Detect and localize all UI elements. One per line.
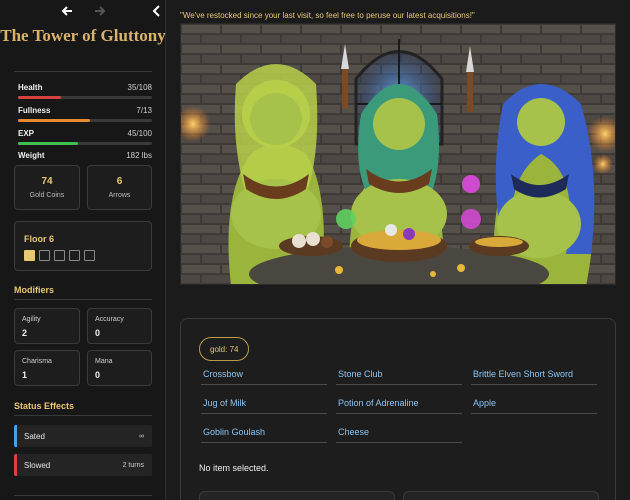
selection-status: No item selected. — [199, 463, 269, 473]
stat-label: EXP — [18, 129, 35, 138]
modifier-mana: Mana 0 — [87, 350, 152, 386]
shop-item-potion-of-adrenaline[interactable]: Potion of Adrenaline — [336, 392, 462, 414]
scene-illustration — [181, 24, 615, 284]
title-divider — [14, 71, 152, 72]
modifier-label: Charisma — [22, 358, 52, 365]
shop-action-button-right[interactable] — [403, 491, 599, 500]
stat-weight: Weight 182 lbs — [18, 151, 152, 160]
shop-scene-image — [180, 23, 616, 285]
status-effect-duration: ∞ — [139, 432, 144, 440]
status-effect-duration: 2 turns — [122, 461, 144, 469]
stat-value: 182 lbs — [126, 151, 152, 160]
floor-room-4 — [69, 250, 80, 261]
modifiers-divider — [14, 299, 152, 300]
gold-coins-value: 74 — [41, 176, 53, 187]
fullness-bar-fill — [18, 119, 91, 122]
gold-coins-label: Gold Coins — [29, 192, 65, 199]
status-color-bar — [14, 425, 17, 447]
floor-title: Floor 6 — [24, 234, 55, 244]
status-effect-slowed[interactable]: Slowed 2 turns — [14, 454, 152, 476]
health-bar — [18, 96, 152, 99]
shop-item-goblin-goulash[interactable]: Goblin Goulash — [201, 421, 327, 443]
modifier-charisma: Charisma 1 — [14, 350, 80, 386]
status-color-bar — [14, 454, 17, 476]
shop-action-button-left[interactable] — [199, 491, 395, 500]
gold-balance-pill: gold: 74 — [199, 337, 250, 361]
app-root: The Tower of Gluttony Health 35/108 Fulln… — [0, 0, 630, 500]
floor-card: Floor 6 — [14, 221, 152, 271]
stat-value: 7/13 — [136, 106, 152, 115]
status-effect-sated[interactable]: Sated ∞ — [14, 425, 152, 447]
arrows-value: 6 — [116, 176, 123, 187]
modifier-accuracy: Accuracy 0 — [87, 308, 152, 344]
status-effect-label: Slowed — [24, 460, 51, 470]
modifier-label: Agility — [22, 316, 41, 323]
shop-item-cheese[interactable]: Cheese — [336, 421, 462, 443]
modifier-agility: Agility 2 — [14, 308, 80, 344]
arrow-left-icon — [61, 6, 72, 16]
shop-item-stone-club[interactable]: Stone Club — [336, 363, 462, 385]
modifier-label: Accuracy — [95, 316, 124, 323]
modifier-value: 1 — [22, 370, 28, 380]
forward-button[interactable] — [89, 2, 111, 20]
stat-fullness: Fullness 7/13 — [18, 106, 152, 122]
stat-exp: EXP 45/100 — [18, 129, 152, 145]
shopkeeper-quote: "We've restocked since your last visit, … — [180, 11, 475, 20]
shop-panel: gold: 74 Crossbow Stone Club Brittle Elv… — [180, 318, 616, 500]
shop-item-apple[interactable]: Apple — [471, 392, 597, 414]
modifiers-heading: Modifiers — [14, 285, 55, 295]
game-title: The Tower of Gluttony — [0, 26, 166, 45]
floor-room-5 — [84, 250, 95, 261]
arrows-label: Arrows — [108, 192, 131, 199]
floor-room-2 — [39, 250, 50, 261]
floor-room-3 — [54, 250, 65, 261]
chevron-left-icon — [152, 5, 160, 17]
sidebar: The Tower of Gluttony Health 35/108 Fulln… — [0, 0, 166, 500]
back-button[interactable] — [56, 2, 78, 20]
modifier-value: 0 — [95, 370, 101, 380]
modifier-label: Mana — [95, 358, 113, 365]
floor-room-1 — [24, 250, 35, 261]
shop-item-brittle-elven-short-sword[interactable]: Brittle Elven Short Sword — [471, 363, 597, 385]
shop-item-jug-of-milk[interactable]: Jug of Milk — [201, 392, 327, 414]
fullness-bar — [18, 119, 152, 122]
modifier-value: 0 — [95, 328, 101, 338]
status-effects-heading: Status Effects — [14, 401, 75, 411]
stat-label: Weight — [18, 151, 45, 160]
shop-item-crossbow[interactable]: Crossbow — [201, 363, 327, 385]
modifier-value: 2 — [22, 328, 28, 338]
stat-value: 35/108 — [127, 83, 152, 92]
sidebar-bottom-divider — [14, 495, 152, 496]
exp-bar — [18, 142, 152, 145]
status-effect-label: Sated — [24, 431, 45, 441]
gold-coins-card: 74 Gold Coins — [14, 165, 80, 210]
stat-health: Health 35/108 — [18, 83, 152, 99]
stat-label: Health — [18, 83, 43, 92]
arrows-card: 6 Arrows — [87, 165, 152, 210]
collapse-sidebar-button[interactable] — [146, 2, 168, 20]
health-bar-fill — [18, 96, 62, 99]
status-effects-divider — [14, 415, 152, 416]
exp-bar-fill — [18, 142, 79, 145]
arrow-right-icon — [95, 6, 106, 16]
stat-label: Fullness — [18, 106, 51, 115]
stat-value: 45/100 — [127, 129, 152, 138]
